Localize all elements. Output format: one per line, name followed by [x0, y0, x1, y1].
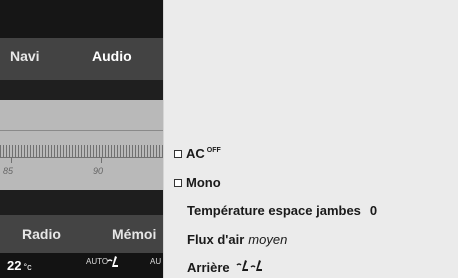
head-unit-display: Navi Audio 85 90 Radio Mémoi 22 °c AUTO A… [0, 0, 163, 278]
auto-label: AU [150, 257, 162, 266]
major-tick [101, 157, 102, 163]
temperature-unit: °c [23, 262, 32, 272]
tab-navi[interactable]: Navi [10, 48, 40, 64]
ac-label: AC [186, 146, 205, 161]
tab-audio[interactable]: Audio [92, 48, 132, 64]
panel-divider [163, 0, 164, 278]
frequency-label-90: 90 [93, 166, 104, 176]
frequency-label-85: 85 [3, 166, 14, 176]
mono-label: Mono [186, 175, 221, 190]
menu-item-airflow[interactable]: Flux d'air moyen [187, 232, 287, 247]
ac-state-label: OFF [206, 147, 221, 154]
ac-checkbox[interactable] [174, 149, 182, 158]
menu-item-rear[interactable]: Arrière [187, 259, 264, 275]
seat-airflow-icon [236, 260, 249, 271]
auto-label: AUTO [86, 257, 109, 266]
tab-memoire[interactable]: Mémoi [112, 226, 156, 242]
display-divider-bar [0, 190, 163, 215]
legroom-temperature-label: Température espace jambes [187, 203, 361, 218]
display-top-bar [0, 0, 163, 38]
airflow-value: moyen [248, 232, 288, 247]
temperature-readout[interactable]: 22 °c [7, 258, 32, 273]
mono-checkbox[interactable] [174, 178, 182, 187]
airflow-label: Flux d'air [187, 232, 245, 247]
tab-radio[interactable]: Radio [22, 226, 61, 242]
legroom-temperature-value: 0 [369, 203, 378, 218]
frequency-ruler-line [0, 130, 163, 131]
display-divider-bar [0, 80, 163, 100]
seat-airflow-icon [107, 256, 118, 267]
menu-item-legroom-temperature[interactable]: Température espace jambes 0 [187, 203, 377, 218]
menu-item-mono[interactable]: Mono [174, 175, 221, 190]
temperature-value: 22 [7, 258, 22, 273]
major-tick [11, 157, 12, 163]
frequency-scale[interactable] [0, 145, 163, 157]
frequency-scale-base [0, 157, 163, 158]
menu-item-ac[interactable]: AC OFF [174, 146, 221, 161]
rear-label: Arrière [187, 260, 230, 275]
seat-airflow-icon [250, 260, 263, 271]
